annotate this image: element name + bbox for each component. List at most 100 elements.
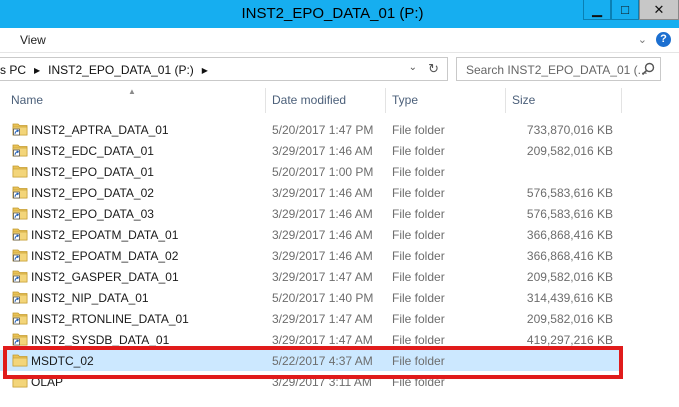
file-size: 314,439,616 KB (526, 291, 613, 305)
title-bar: INST2_EPO_DATA_01 (P:) ▁ □ ✕ (0, 0, 679, 28)
column-date-modified[interactable]: Date modified (266, 88, 386, 113)
folder-shortcut-icon (12, 269, 28, 283)
close-button[interactable]: ✕ (639, 0, 679, 20)
file-date-modified: 3/29/2017 1:46 AM (272, 228, 373, 242)
column-name[interactable]: Name (0, 88, 266, 113)
table-row[interactable]: INST2_EDC_DATA_01 3/29/2017 1:46 AM File f… (0, 140, 622, 161)
table-row[interactable]: OLAP 3/29/2017 3:11 AM File folder (0, 371, 622, 392)
file-date-modified: 5/20/2017 1:00 PM (272, 165, 374, 179)
folder-icon (12, 353, 28, 367)
file-date-modified: 5/20/2017 1:40 PM (272, 291, 374, 305)
breadcrumb: s PC ▶ INST2_EPO_DATA_01 (P:) ▶ (0, 63, 216, 77)
file-size: 209,582,016 KB (526, 312, 613, 326)
table-row[interactable]: INST2_EPO_DATA_01 5/20/2017 1:00 PM File f… (0, 161, 622, 182)
file-size: 419,297,216 KB (526, 333, 613, 347)
ribbon: View ⌄ ? (0, 28, 679, 53)
file-size: 209,582,016 KB (526, 270, 613, 284)
refresh-icon[interactable]: ↻ (428, 61, 439, 77)
file-size: 576,583,616 KB (526, 207, 613, 221)
file-date-modified: 5/22/2017 4:37 AM (272, 354, 373, 368)
file-name: INST2_RTONLINE_DATA_01 (31, 312, 189, 326)
file-type: File folder (392, 186, 445, 200)
file-date-modified: 3/29/2017 1:46 AM (272, 207, 373, 221)
folder-shortcut-icon (12, 311, 28, 325)
search-input[interactable]: Search INST2_EPO_DATA_01 (... (456, 57, 661, 81)
file-type: File folder (392, 270, 445, 284)
file-name: INST2_EPO_DATA_03 (31, 207, 154, 221)
file-date-modified: 3/29/2017 1:46 AM (272, 249, 373, 263)
file-name: INST2_EPO_DATA_01 (31, 165, 154, 179)
table-row[interactable]: INST2_EPO_DATA_03 3/29/2017 1:46 AM File f… (0, 203, 622, 224)
file-date-modified: 3/29/2017 1:46 AM (272, 186, 373, 200)
file-date-modified: 3/29/2017 1:47 AM (272, 333, 373, 347)
file-type: File folder (392, 165, 445, 179)
table-row[interactable]: INST2_RTONLINE_DATA_01 3/29/2017 1:47 AM F… (0, 308, 622, 329)
file-type: File folder (392, 123, 445, 137)
file-date-modified: 3/29/2017 1:47 AM (272, 270, 373, 284)
table-row[interactable]: INST2_SYSDB_DATA_01 3/29/2017 1:47 AM File… (0, 329, 622, 350)
help-icon[interactable]: ? (656, 32, 671, 47)
breadcrumb-drive[interactable]: INST2_EPO_DATA_01 (P:) (48, 63, 194, 77)
file-name: OLAP (31, 375, 64, 389)
file-date-modified: 5/20/2017 1:47 PM (272, 123, 374, 137)
file-type: File folder (392, 312, 445, 326)
file-name: INST2_EPO_DATA_02 (31, 186, 154, 200)
file-type: File folder (392, 354, 445, 368)
file-name: INST2_GASPER_DATA_01 (31, 270, 179, 284)
breadcrumb-this-pc[interactable]: s PC (0, 63, 26, 77)
ribbon-tab-view[interactable]: View (20, 33, 46, 47)
file-type: File folder (392, 333, 445, 347)
column-size[interactable]: Size (506, 88, 622, 113)
search-icon[interactable] (641, 62, 655, 76)
file-size: 733,870,016 KB (526, 123, 613, 137)
file-type: File folder (392, 228, 445, 242)
table-row[interactable]: INST2_APTRA_DATA_01 5/20/2017 1:47 PM File… (0, 119, 622, 140)
file-type: File folder (392, 207, 445, 221)
table-row[interactable]: INST2_NIP_DATA_01 5/20/2017 1:40 PM File f… (0, 287, 622, 308)
file-type: File folder (392, 249, 445, 263)
file-size: 209,582,016 KB (526, 144, 613, 158)
minimize-button[interactable]: ▁ (583, 0, 611, 20)
window-title: INST2_EPO_DATA_01 (P:) (241, 5, 424, 22)
breadcrumb-separator-icon[interactable]: ▶ (202, 66, 208, 75)
file-type: File folder (392, 375, 445, 389)
table-row[interactable]: INST2_EPOATM_DATA_01 3/29/2017 1:46 AM Fil… (0, 224, 622, 245)
ribbon-expand-icon[interactable]: ⌄ (638, 33, 647, 46)
file-date-modified: 3/29/2017 1:47 AM (272, 312, 373, 326)
file-name: INST2_NIP_DATA_01 (31, 291, 149, 305)
file-size: 576,583,616 KB (526, 186, 613, 200)
folder-shortcut-icon (12, 206, 28, 220)
file-date-modified: 3/29/2017 3:11 AM (272, 375, 372, 389)
search-placeholder: Search INST2_EPO_DATA_01 (... (466, 63, 648, 77)
maximize-button[interactable]: □ (611, 0, 639, 20)
folder-shortcut-icon (12, 290, 28, 304)
file-name: INST2_SYSDB_DATA_01 (31, 333, 170, 347)
folder-icon (12, 164, 28, 178)
column-type[interactable]: Type (386, 88, 506, 113)
file-name: MSDTC_02 (31, 354, 94, 368)
table-row[interactable]: INST2_EPOATM_DATA_02 3/29/2017 1:46 AM Fil… (0, 245, 622, 266)
table-row[interactable]: INST2_GASPER_DATA_01 3/29/2017 1:47 AM Fil… (0, 266, 622, 287)
folder-icon (12, 374, 28, 388)
table-row[interactable]: MSDTC_02 5/22/2017 4:37 AM File folder (0, 350, 622, 371)
address-dropdown-icon[interactable]: ⌄ (409, 62, 417, 73)
folder-shortcut-icon (12, 185, 28, 199)
folder-shortcut-icon (12, 227, 28, 241)
folder-shortcut-icon (12, 248, 28, 262)
folder-shortcut-icon (12, 143, 28, 157)
file-name: INST2_APTRA_DATA_01 (31, 123, 169, 137)
window-controls: ▁ □ ✕ (583, 0, 679, 20)
file-name: INST2_EPOATM_DATA_01 (31, 228, 179, 242)
file-size: 366,868,416 KB (526, 228, 613, 242)
file-type: File folder (392, 291, 445, 305)
address-bar[interactable]: s PC ▶ INST2_EPO_DATA_01 (P:) ▶ ⌄ ↻ (0, 57, 448, 81)
folder-shortcut-icon (12, 122, 28, 136)
folder-shortcut-icon (12, 332, 28, 346)
file-date-modified: 3/29/2017 1:46 AM (272, 144, 373, 158)
file-type: File folder (392, 144, 445, 158)
column-header: ▲ Name Date modified Type Size (0, 87, 622, 113)
breadcrumb-separator-icon[interactable]: ▶ (34, 66, 40, 75)
file-size: 366,868,416 KB (526, 249, 613, 263)
table-row[interactable]: INST2_EPO_DATA_02 3/29/2017 1:46 AM File f… (0, 182, 622, 203)
file-name: INST2_EDC_DATA_01 (31, 144, 154, 158)
